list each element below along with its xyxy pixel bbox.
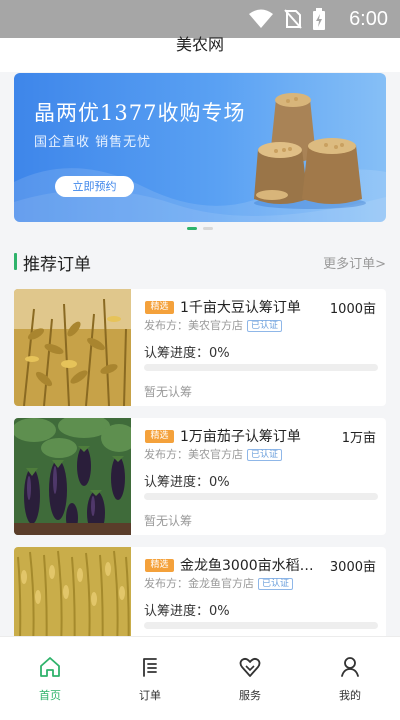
order-progress-bar — [144, 622, 378, 629]
banner-subtitle: 国企直收 销售无忧 — [34, 135, 152, 150]
section-title: 推荐订单 — [23, 255, 91, 275]
featured-tag: 精选 — [145, 430, 174, 443]
battery-charging-icon — [313, 8, 325, 30]
bottom-tab-bar: 首页 订单 服务 我的 — [0, 636, 400, 720]
verified-badge: 已认证 — [247, 320, 283, 332]
app-bar: 美农网 — [0, 35, 400, 72]
order-card[interactable]: 精选 1千亩大豆认筹订单 1000亩 发布方：美农官方店 已认证 认筹进度：0% … — [14, 289, 386, 406]
order-progress-bar — [144, 493, 378, 500]
section-accent-bar — [14, 253, 17, 270]
publisher-text: 发布方：金龙鱼官方店 — [144, 577, 254, 590]
book-now-button[interactable]: 立即预约 — [55, 176, 134, 197]
order-publisher: 发布方：美农官方店 已认证 — [144, 446, 283, 462]
no-sim-icon — [284, 9, 302, 29]
promo-banner[interactable]: 晶两优1377收购专场 国企直收 销售无忧 立即预约 — [14, 73, 386, 222]
more-orders-link[interactable]: 更多订单> — [323, 253, 386, 272]
publisher-text: 发布方：美农官方店 — [144, 448, 243, 461]
main-content[interactable]: 晶两优1377收购专场 国企直收 销售无忧 立即预约 推荐订单 更多订单> 精选… — [0, 72, 400, 636]
banner-pagination — [0, 227, 400, 230]
order-publisher: 发布方：金龙鱼官方店 已认证 — [144, 575, 294, 591]
home-icon — [40, 657, 60, 677]
tab-label: 首页 — [39, 689, 61, 702]
order-progress-label: 认筹进度：0% — [144, 475, 230, 490]
tab-label: 订单 — [139, 689, 161, 702]
tab-home[interactable]: 首页 — [0, 637, 100, 720]
status-time: 6:00 — [349, 8, 388, 30]
wifi-icon — [249, 9, 273, 28]
verified-badge: 已认证 — [258, 578, 294, 590]
tab-label: 我的 — [339, 689, 361, 702]
order-empty-note: 暂无认筹 — [144, 514, 193, 528]
order-title: 金龙鱼3000亩水稻… — [180, 558, 314, 574]
recommended-orders-header: 推荐订单 更多订单> — [14, 248, 386, 276]
verified-badge: 已认证 — [247, 449, 283, 461]
order-progress-label: 认筹进度：0% — [144, 346, 230, 361]
user-icon — [341, 657, 359, 677]
soybean-field-image — [14, 289, 131, 406]
order-publisher: 发布方：美农官方店 已认证 — [144, 317, 283, 333]
featured-tag: 精选 — [145, 559, 174, 572]
status-icons — [248, 8, 326, 30]
tab-profile[interactable]: 我的 — [300, 637, 400, 720]
order-card[interactable]: 精选 1万亩茄子认筹订单 1万亩 发布方：美农官方店 已认证 认筹进度：0% 暂无… — [14, 418, 386, 535]
order-quantity: 1000亩 — [329, 302, 376, 317]
pagination-dot[interactable] — [203, 227, 213, 230]
order-quantity: 1万亩 — [341, 431, 376, 446]
order-progress-label: 认筹进度：0% — [144, 604, 230, 619]
order-title: 1千亩大豆认筹订单 — [180, 300, 301, 316]
grain-sacks-image — [254, 93, 366, 209]
featured-tag: 精选 — [145, 301, 174, 314]
order-card[interactable]: 精选 金龙鱼3000亩水稻… 3000亩 发布方：金龙鱼官方店 已认证 认筹进度：… — [14, 547, 386, 636]
pagination-dot-active[interactable] — [187, 227, 197, 230]
service-heart-icon — [239, 657, 261, 677]
status-bar: 6:00 — [0, 0, 400, 38]
order-list-icon — [143, 658, 157, 677]
page-title: 美农网 — [175, 35, 224, 54]
eggplant-field-image — [14, 418, 131, 535]
order-quantity: 3000亩 — [329, 560, 376, 575]
tab-orders[interactable]: 订单 — [100, 637, 200, 720]
rice-field-image — [14, 547, 131, 636]
publisher-text: 发布方：美农官方店 — [144, 319, 243, 332]
banner-title: 晶两优1377收购专场 — [34, 101, 246, 125]
order-title: 1万亩茄子认筹订单 — [180, 429, 301, 445]
order-progress-bar — [144, 364, 378, 371]
order-empty-note: 暂无认筹 — [144, 385, 193, 399]
tab-label: 服务 — [239, 689, 261, 702]
tab-services[interactable]: 服务 — [200, 637, 300, 720]
